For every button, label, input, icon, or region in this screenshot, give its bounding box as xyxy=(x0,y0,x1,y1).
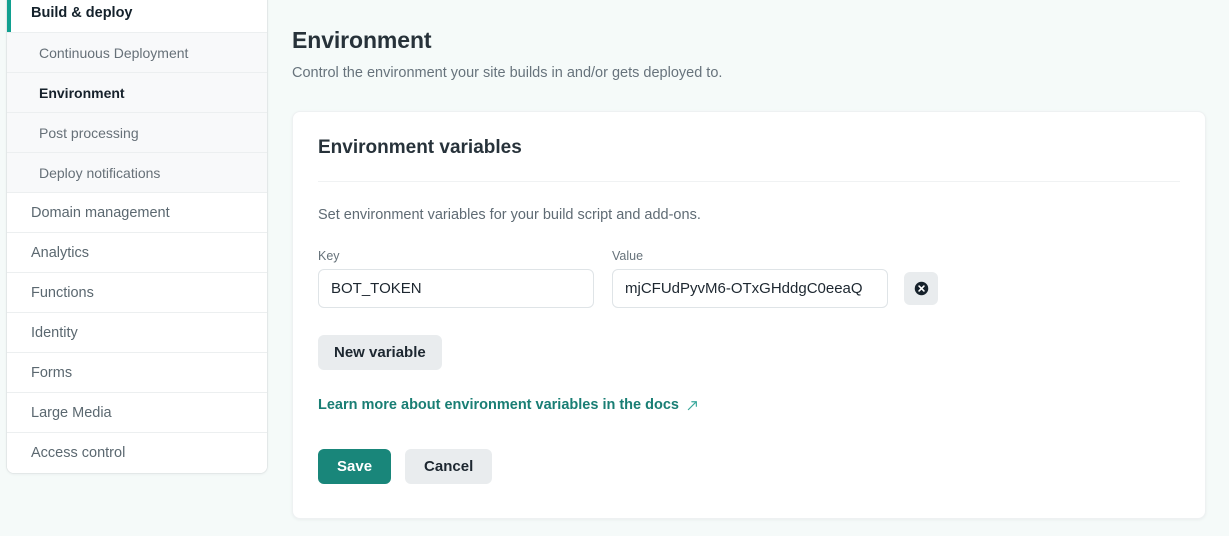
value-field-group: Value xyxy=(612,249,888,308)
env-variable-row: Key Value xyxy=(318,223,1180,308)
sidebar-item-identity[interactable]: Identity xyxy=(7,313,267,353)
sidebar-item-build-deploy[interactable]: Build & deploy xyxy=(7,0,267,33)
sidebar-item-continuous-deployment[interactable]: Continuous Deployment xyxy=(7,33,267,73)
card-description: Set environment variables for your build… xyxy=(318,207,701,223)
sidebar-item-post-processing[interactable]: Post processing xyxy=(7,113,267,153)
card-actions: Save Cancel xyxy=(318,414,1180,484)
docs-link-label: Learn more about environment variables i… xyxy=(318,397,679,413)
sidebar-item-analytics[interactable]: Analytics xyxy=(7,233,267,273)
sidebar-item-large-media[interactable]: Large Media xyxy=(7,393,267,433)
sidebar-item-label: Large Media xyxy=(31,404,112,421)
sidebar-item-label: Continuous Deployment xyxy=(39,44,189,61)
circle-x-icon xyxy=(914,281,929,296)
sidebar-item-label: Environment xyxy=(39,84,125,101)
docs-link-row: Learn more about environment variables i… xyxy=(318,370,1180,414)
sidebar-item-label: Analytics xyxy=(31,244,90,261)
external-link-icon xyxy=(687,400,698,411)
sidebar-item-label: Post processing xyxy=(39,124,139,141)
page-title: Environment xyxy=(292,27,432,53)
key-field-group: Key xyxy=(318,249,594,308)
main-content: Environment Control the environment your… xyxy=(292,0,1206,519)
delete-variable-button[interactable] xyxy=(904,272,938,305)
app-root: Build & deploy Continuous Deployment Env… xyxy=(0,0,1229,536)
sidebar-item-label: Forms xyxy=(31,364,73,381)
sidebar-item-label: Functions xyxy=(31,284,94,301)
card-title: Environment variables xyxy=(318,137,522,158)
sidebar-item-label: Domain management xyxy=(31,204,170,221)
sidebar-item-deploy-notifications[interactable]: Deploy notifications xyxy=(7,153,267,193)
save-button[interactable]: Save xyxy=(318,449,392,484)
sidebar-item-label: Identity xyxy=(31,324,78,341)
settings-sidebar: Build & deploy Continuous Deployment Env… xyxy=(6,0,268,474)
sidebar-item-environment[interactable]: Environment xyxy=(7,73,267,113)
sidebar-item-label: Build & deploy xyxy=(31,4,133,21)
sidebar-item-functions[interactable]: Functions xyxy=(7,273,267,313)
environment-variables-card: Environment variables Set environment va… xyxy=(292,111,1206,519)
sidebar-item-label: Access control xyxy=(31,445,126,461)
docs-link[interactable]: Learn more about environment variables i… xyxy=(318,397,698,413)
value-input[interactable] xyxy=(612,269,888,308)
sidebar-item-access-control[interactable]: Access control xyxy=(7,433,267,473)
key-label: Key xyxy=(318,249,340,263)
sidebar-item-domain-management[interactable]: Domain management xyxy=(7,193,267,233)
new-variable-button[interactable]: New variable xyxy=(318,335,442,370)
value-label: Value xyxy=(612,249,644,263)
sidebar-item-label: Deploy notifications xyxy=(39,164,161,181)
key-input[interactable] xyxy=(318,269,594,308)
page-subtitle: Control the environment your site builds… xyxy=(292,65,723,81)
sidebar-item-forms[interactable]: Forms xyxy=(7,353,267,393)
cancel-button[interactable]: Cancel xyxy=(405,449,493,484)
